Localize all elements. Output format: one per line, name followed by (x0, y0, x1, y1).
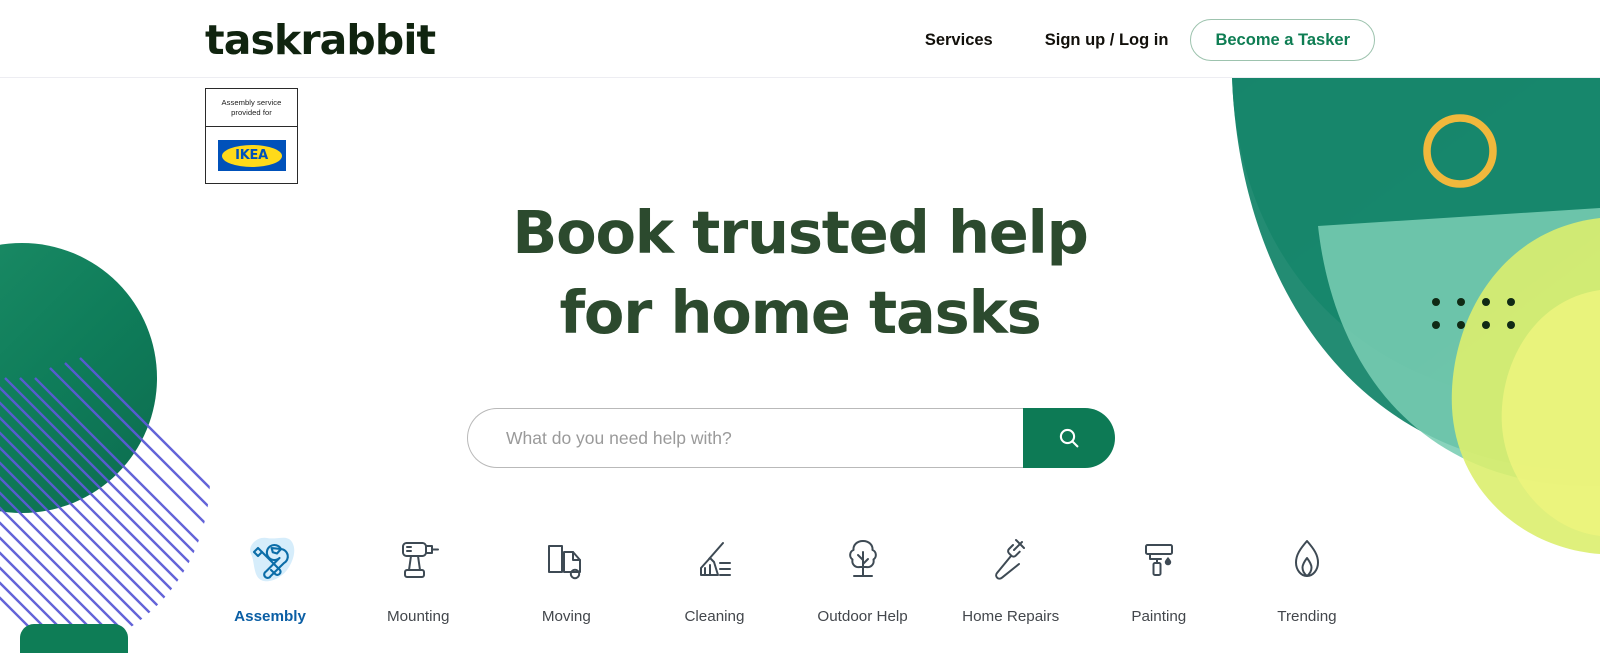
nav-link-services[interactable]: Services (925, 31, 993, 50)
category-label: Mounting (386, 608, 450, 625)
category-tab-painting[interactable]: Painting (1085, 528, 1233, 653)
category-label: Assembly (234, 608, 306, 625)
category-tab-list: Assembly Mounting Moving Cleaning Outdoo… (196, 528, 1381, 653)
category-label: Moving (541, 608, 591, 625)
paint-roller-icon (1144, 544, 1173, 576)
category-icon-wrapper (1128, 532, 1190, 590)
category-icon-wrapper (387, 532, 449, 590)
search-icon (1059, 428, 1079, 448)
headline-line-1: Book trusted help (512, 198, 1089, 267)
category-tab-cleaning[interactable]: Cleaning (640, 528, 788, 653)
tree-icon (848, 540, 877, 577)
primary-navigation: Services Sign up / Log in Become a Taske… (925, 19, 1375, 61)
category-icon-wrapper (683, 532, 745, 590)
truck-icon (548, 545, 582, 580)
category-tab-moving[interactable]: Moving (492, 528, 640, 653)
flame-icon (1294, 540, 1319, 577)
category-label: Painting (1131, 608, 1187, 625)
search-input[interactable] (467, 408, 1023, 468)
ikea-wordmark: IKEA (235, 148, 268, 163)
page-title: Book trusted help for home tasks (0, 193, 1600, 353)
search-submit-button[interactable] (1023, 408, 1115, 468)
broom-icon (700, 542, 732, 576)
headline-line-2: for home tasks (559, 278, 1041, 347)
tools-icon (250, 537, 295, 582)
ikea-logo-container: IKEA (206, 127, 297, 184)
category-tab-mounting[interactable]: Mounting (344, 528, 492, 653)
category-label: Cleaning (684, 608, 745, 625)
taskrabbit-logo[interactable]: taskrabbit (205, 18, 436, 62)
ikea-logo-ellipse: IKEA (221, 144, 282, 167)
ikea-assembly-badge: Assembly service provided for IKEA (205, 88, 298, 184)
nav-link-signup-login[interactable]: Sign up / Log in (1045, 31, 1169, 50)
category-label: Trending (1277, 608, 1337, 625)
category-tab-assembly[interactable]: Assembly (196, 528, 344, 653)
category-icon-wrapper (239, 532, 301, 590)
drill-icon (402, 542, 440, 578)
taskrabbit-homepage: taskrabbit Services Sign up / Log in Bec… (0, 0, 1600, 653)
category-label: Outdoor Help (817, 608, 908, 625)
category-tab-outdoor-help[interactable]: Outdoor Help (789, 528, 937, 653)
category-icon-wrapper (1276, 532, 1338, 590)
category-icon-wrapper (535, 532, 597, 590)
category-label: Home Repairs (962, 608, 1060, 625)
ikea-logo: IKEA (217, 140, 286, 171)
search-bar (467, 408, 1115, 468)
become-a-tasker-button[interactable]: Become a Tasker (1190, 19, 1375, 61)
category-tab-home-repairs[interactable]: Home Repairs (937, 528, 1085, 653)
category-icon-wrapper (832, 532, 894, 590)
hammer-icon (994, 539, 1025, 580)
ikea-badge-caption: Assembly service provided for (206, 89, 297, 127)
site-header: taskrabbit Services Sign up / Log in Bec… (0, 0, 1600, 78)
ikea-caption-line-1: Assembly service (221, 97, 282, 107)
category-icon-wrapper (980, 532, 1042, 590)
ikea-caption-line-2: provided for (231, 107, 272, 117)
category-tab-trending[interactable]: Trending (1233, 528, 1381, 653)
